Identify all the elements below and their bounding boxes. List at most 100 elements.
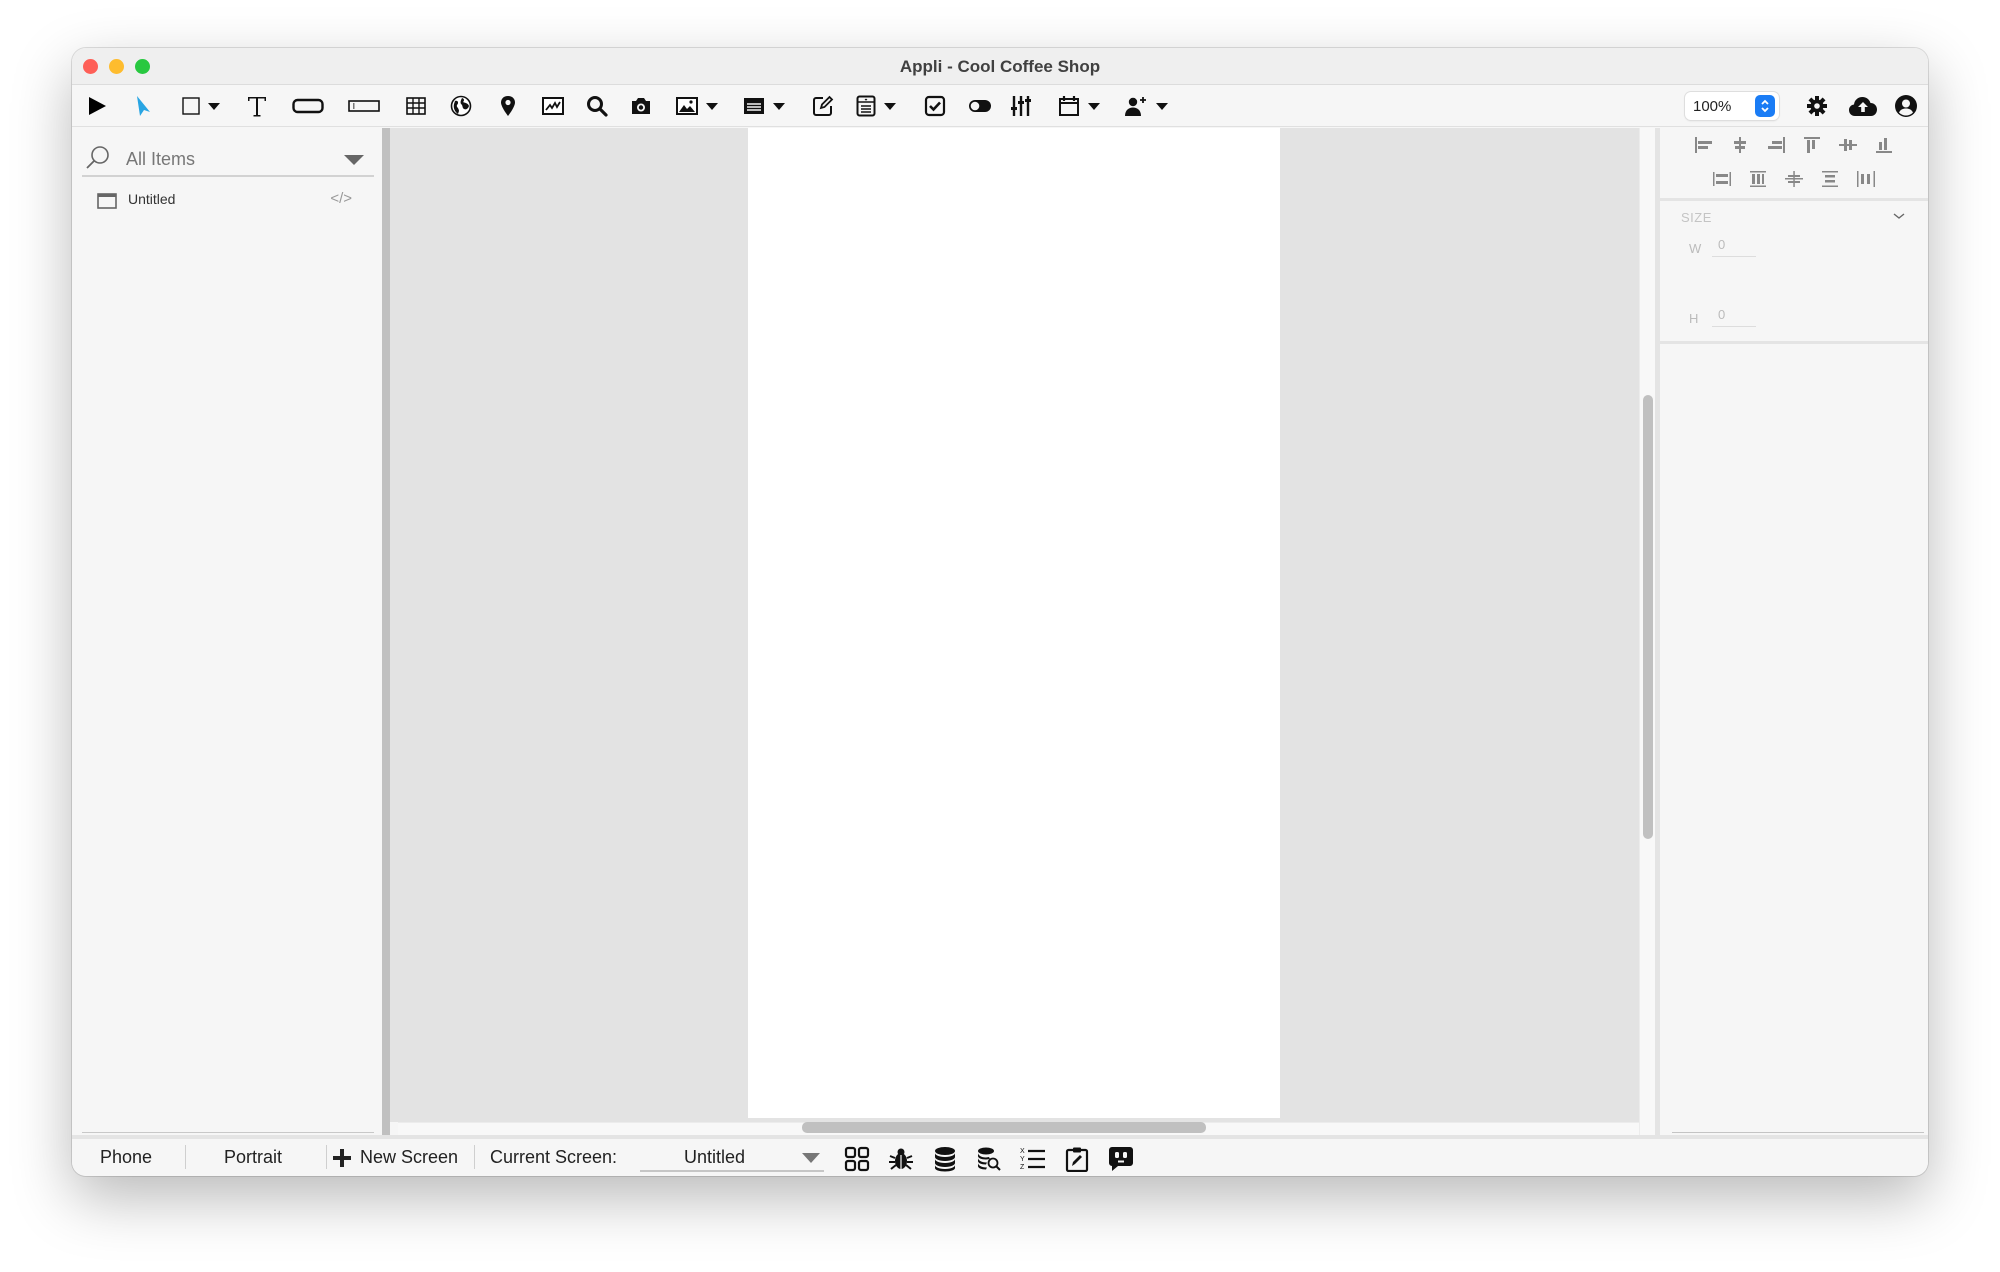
camera-tool-button[interactable] [630, 91, 652, 121]
svg-text:Y: Y [1020, 1156, 1025, 1163]
table-tool-button[interactable] [406, 91, 426, 121]
divider [1672, 1132, 1924, 1133]
cloud-upload-icon [1849, 97, 1877, 116]
distribute-columns-button[interactable] [1853, 168, 1879, 190]
button-shape-icon [292, 98, 324, 114]
align-left-button[interactable] [1691, 134, 1717, 156]
list-item[interactable]: Untitled </> [82, 186, 374, 214]
orientation-selector[interactable]: Portrait [224, 1147, 282, 1168]
distribute-columns-icon [1857, 171, 1875, 187]
align-center-horizontal-button[interactable] [1727, 134, 1753, 156]
divider [1660, 198, 1928, 201]
image-icon [676, 97, 698, 115]
list-icon [744, 98, 764, 114]
device-selector[interactable]: Phone [100, 1147, 152, 1168]
current-screen-select[interactable]: Untitled [640, 1142, 824, 1172]
height-label: H [1689, 311, 1699, 326]
status-bar: Phone Portrait New Screen Current Screen… [72, 1135, 1928, 1176]
chevron-down-icon [802, 1153, 820, 1163]
size-section-toggle[interactable] [1892, 208, 1906, 224]
text-field-icon [348, 100, 380, 112]
horizontal-scroll-thumb[interactable] [802, 1122, 1206, 1133]
map-tool-button[interactable] [500, 91, 516, 121]
database-search-icon [978, 1147, 1001, 1171]
center-both-icon [1785, 171, 1803, 187]
add-user-tool-button[interactable] [1124, 91, 1168, 121]
distribute-horizontal-icon [1750, 171, 1766, 187]
chevron-down-icon[interactable] [773, 102, 785, 110]
distribute-vertical-spacing-button[interactable] [1709, 168, 1735, 190]
height-input[interactable]: 0 [1712, 303, 1756, 327]
debug-button[interactable] [886, 1144, 916, 1174]
chevron-down-icon[interactable] [884, 102, 896, 110]
align-right-button[interactable] [1763, 134, 1789, 156]
current-screen-label: Current Screen: [490, 1147, 618, 1167]
play-button[interactable] [86, 91, 108, 121]
image-tool-button[interactable] [676, 91, 718, 121]
account-button[interactable] [1894, 91, 1918, 121]
chevron-down-icon [1893, 213, 1905, 219]
pointer-tool-button[interactable] [134, 91, 152, 121]
zoom-field[interactable]: 100% [1685, 92, 1779, 120]
svg-text:Z: Z [1020, 1164, 1025, 1171]
form-icon [856, 95, 876, 117]
user-circle-icon [1895, 95, 1917, 117]
search-icon [587, 96, 608, 117]
width-input[interactable]: 0 [1712, 233, 1756, 257]
calendar-tool-button[interactable] [1058, 91, 1100, 121]
distribute-horizontal-spacing-button[interactable] [1745, 168, 1771, 190]
new-screen-button[interactable]: New Screen [332, 1147, 458, 1168]
divider [1660, 341, 1928, 344]
design-canvas[interactable] [390, 128, 1640, 1122]
zoom-stepper[interactable] [1755, 95, 1775, 117]
variables-button[interactable]: XYZ [1018, 1144, 1048, 1174]
clipboard-edit-button[interactable] [1062, 1144, 1092, 1174]
edit-tool-button[interactable] [812, 91, 834, 121]
distribute-row [1660, 168, 1928, 190]
calendar-icon [1059, 96, 1079, 116]
sliders-tool-button[interactable] [1010, 91, 1032, 121]
settings-button[interactable] [1806, 91, 1828, 121]
toggle-tool-button[interactable] [968, 91, 992, 121]
xyz-list-icon: XYZ [1020, 1148, 1045, 1171]
grid-view-button[interactable] [842, 1144, 872, 1174]
center-both-button[interactable] [1781, 168, 1807, 190]
text-icon [248, 97, 266, 117]
button-tool-button[interactable] [292, 91, 324, 121]
items-filter[interactable]: All Items [82, 141, 374, 177]
database-icon [935, 1147, 955, 1172]
align-bottom-button[interactable] [1871, 134, 1897, 156]
checkbox-tool-button[interactable] [924, 91, 946, 121]
map-pin-icon [501, 96, 515, 116]
form-tool-button[interactable] [856, 91, 896, 121]
list-tool-button[interactable] [743, 91, 785, 121]
vertical-scroll-thumb[interactable] [1643, 395, 1653, 839]
distribute-center-button[interactable] [1817, 168, 1843, 190]
search-tool-button[interactable] [586, 91, 608, 121]
divider [185, 1145, 186, 1169]
textfield-tool-button[interactable] [348, 91, 380, 121]
left-panel-resizer[interactable] [382, 128, 390, 1135]
title-bar: Appli - Cool Coffee Shop [72, 48, 1928, 85]
screen-icon [97, 193, 117, 214]
chevron-down-icon[interactable] [208, 102, 220, 110]
code-icon[interactable]: </> [330, 190, 352, 207]
chevron-down-icon[interactable] [1088, 102, 1100, 110]
chat-bot-button[interactable] [1106, 1144, 1136, 1174]
align-bottom-icon [1876, 138, 1892, 153]
chevron-down-icon[interactable] [1156, 102, 1168, 110]
align-top-button[interactable] [1799, 134, 1825, 156]
database-button[interactable] [930, 1144, 960, 1174]
rectangle-tool-button[interactable] [182, 91, 220, 121]
chevron-down-icon[interactable] [344, 155, 364, 165]
database-query-button[interactable] [974, 1144, 1004, 1174]
text-tool-button[interactable] [246, 91, 268, 121]
screen-artboard[interactable] [748, 128, 1280, 1118]
align-row [1660, 134, 1928, 156]
edit-icon [813, 95, 834, 116]
align-middle-button[interactable] [1835, 134, 1861, 156]
chart-tool-button[interactable] [542, 91, 564, 121]
web-tool-button[interactable] [450, 91, 472, 121]
chevron-down-icon[interactable] [706, 102, 718, 110]
upload-button[interactable] [1848, 91, 1878, 121]
